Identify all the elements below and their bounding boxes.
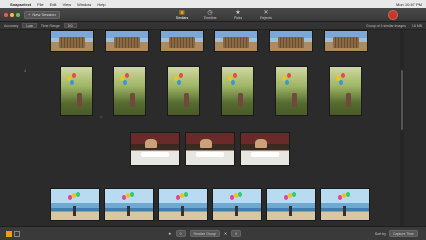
menu-view[interactable]: View bbox=[62, 2, 71, 7]
sort-label: Sort by bbox=[374, 231, 386, 236]
pick-star-icon[interactable]: ★ bbox=[168, 231, 172, 236]
photo-thumbnail[interactable] bbox=[104, 188, 154, 221]
pick-count: 0 bbox=[175, 230, 186, 237]
view-tabs: ▣ Similars ◷ Timeline ★ Picks ✕ Rejects bbox=[172, 9, 276, 21]
new-session-button[interactable]: + New Session bbox=[24, 10, 60, 19]
vertical-scrollbar[interactable] bbox=[400, 30, 404, 226]
new-session-label: New Session bbox=[32, 12, 56, 17]
photo-thumbnail[interactable] bbox=[240, 132, 290, 166]
menu-app-name[interactable]: Snapselect bbox=[10, 2, 31, 7]
menu-help[interactable]: Help bbox=[97, 2, 105, 7]
size-info: 16 MB bbox=[411, 23, 422, 28]
tab-similars-label: Similars bbox=[175, 16, 189, 20]
grid-view-button[interactable] bbox=[6, 230, 12, 237]
photo-thumbnail[interactable] bbox=[167, 66, 200, 116]
menu-edit[interactable]: Edit bbox=[50, 2, 57, 7]
close-window-button[interactable] bbox=[4, 12, 8, 17]
photo-thumbnail[interactable] bbox=[50, 188, 100, 221]
bottom-bar: ★ 0 Realize Group ✕ 0 Sort by Capture Ti… bbox=[0, 226, 426, 240]
maximize-window-button[interactable] bbox=[16, 12, 20, 17]
realize-group-button[interactable]: Realize Group bbox=[189, 230, 220, 237]
photo-thumbnail[interactable] bbox=[320, 188, 370, 221]
photo-thumbnail[interactable] bbox=[324, 30, 368, 52]
group-info: Group of 4 similar images bbox=[365, 23, 406, 28]
photo-thumbnail[interactable] bbox=[221, 66, 254, 116]
photo-thumbnail[interactable] bbox=[113, 66, 146, 116]
menu-clock: Mon 10:57 PM bbox=[395, 1, 422, 7]
tab-timeline[interactable]: ◷ Timeline bbox=[200, 9, 220, 21]
tab-rejects[interactable]: ✕ Rejects bbox=[256, 9, 276, 21]
flag-icon[interactable]: ⌂ bbox=[100, 114, 102, 119]
time-range-select[interactable]: 0:0 bbox=[63, 23, 77, 28]
photo-thumbnail[interactable] bbox=[266, 188, 316, 221]
reject-count: 0 bbox=[231, 230, 242, 237]
accuracy-label: Accuracy bbox=[4, 23, 19, 28]
app-toolbar: + New Session ▣ Similars ◷ Timeline ★ Pi… bbox=[0, 8, 426, 22]
photo-thumbnail[interactable] bbox=[130, 132, 180, 166]
macos-menu-bar: Snapselect File Edit View Window Help Mo… bbox=[0, 0, 426, 8]
window-controls bbox=[4, 12, 20, 17]
menu-window[interactable]: Window bbox=[77, 2, 91, 7]
photo-thumbnail[interactable] bbox=[60, 66, 93, 116]
photo-thumbnail[interactable] bbox=[275, 66, 308, 116]
photo-thumbnail[interactable] bbox=[158, 188, 208, 221]
photo-thumbnail[interactable] bbox=[185, 132, 235, 166]
photo-thumbnail[interactable] bbox=[214, 30, 258, 52]
tab-timeline-label: Timeline bbox=[203, 16, 217, 20]
filter-bar: Accuracy Low Time Range 0:0 Group of 4 s… bbox=[0, 22, 426, 30]
tab-similars[interactable]: ▣ Similars bbox=[172, 9, 192, 21]
photo-thumbnail[interactable] bbox=[160, 30, 204, 52]
tab-picks[interactable]: ★ Picks bbox=[228, 9, 248, 21]
photo-thumbnail[interactable] bbox=[269, 30, 313, 52]
plus-icon: + bbox=[28, 12, 31, 17]
photo-thumbnail[interactable] bbox=[329, 66, 362, 116]
sort-select[interactable]: Capture Time bbox=[388, 230, 418, 237]
reject-icon[interactable]: ✕ bbox=[224, 231, 227, 236]
photo-thumbnail[interactable] bbox=[50, 30, 94, 52]
photo-thumbnail[interactable] bbox=[212, 188, 262, 221]
photo-thumbnail[interactable] bbox=[105, 30, 149, 52]
scrollbar-thumb[interactable] bbox=[401, 70, 403, 130]
tab-picks-label: Picks bbox=[233, 16, 243, 20]
record-button[interactable] bbox=[388, 10, 398, 20]
time-range-label: Time Range bbox=[40, 23, 60, 28]
tab-rejects-label: Rejects bbox=[260, 16, 272, 20]
accuracy-select[interactable]: Low bbox=[22, 23, 37, 28]
minimize-window-button[interactable] bbox=[10, 12, 14, 17]
group-number: 4 bbox=[24, 68, 27, 73]
list-view-button[interactable] bbox=[14, 230, 20, 237]
menu-file[interactable]: File bbox=[37, 2, 43, 7]
